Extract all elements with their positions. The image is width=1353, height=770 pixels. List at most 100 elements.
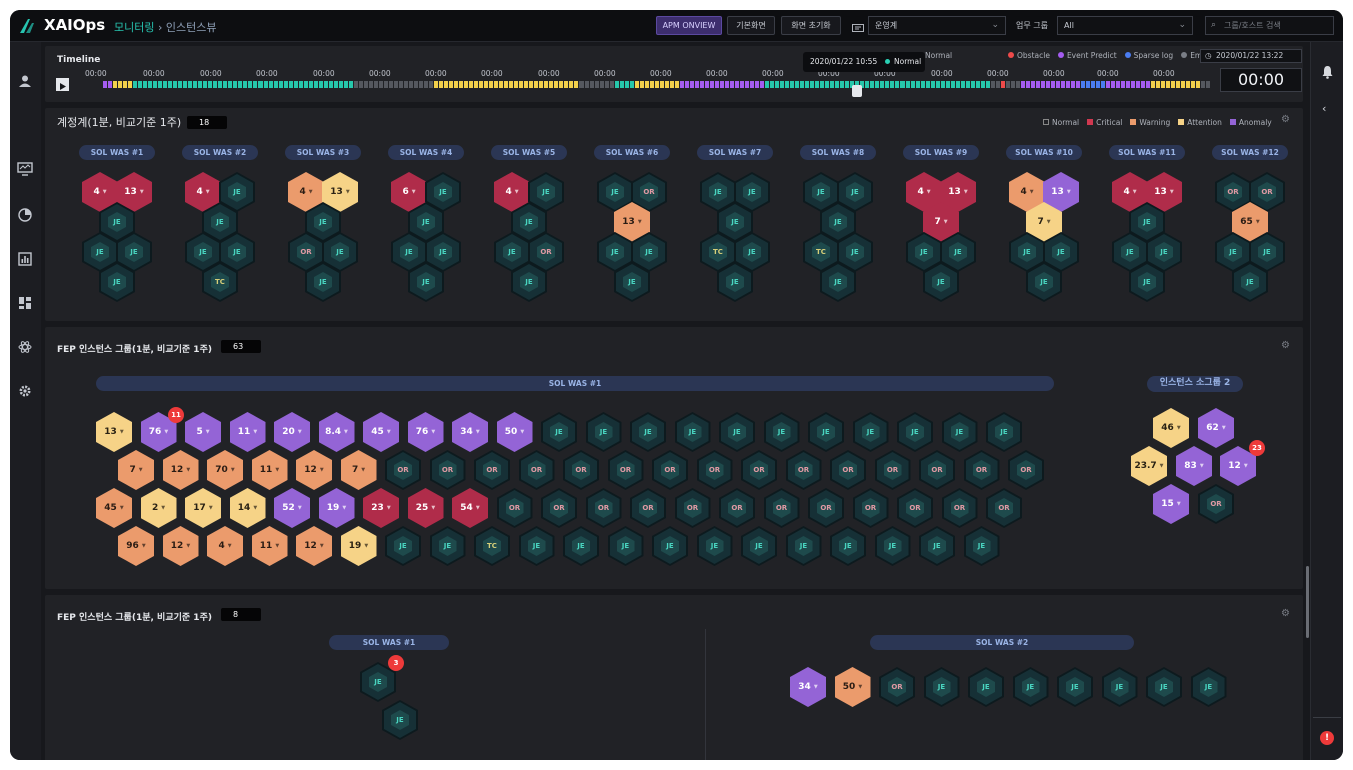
instance-node-attention[interactable]: 46 ▼ <box>1153 408 1189 448</box>
instance-node-je[interactable]: JE <box>1012 667 1049 707</box>
instance-node-je[interactable]: JE <box>897 412 933 452</box>
instance-node-anomaly[interactable]: 15 ▼ <box>1153 484 1189 524</box>
atom-icon[interactable] <box>16 340 34 358</box>
instance-node-or[interactable]: OR <box>652 450 688 490</box>
instance-node-warning[interactable]: 70 ▼ <box>207 450 243 490</box>
instance-node-warning[interactable]: 12 ▼ <box>162 450 199 490</box>
instance-node-attention[interactable]: 19 ▼ <box>340 526 377 566</box>
instance-node-anomaly[interactable]: 50 ▼ <box>496 412 533 452</box>
instance-node-je[interactable]: JE <box>968 667 1004 707</box>
instance-node-or[interactable]: OR <box>585 488 622 528</box>
alert-icon[interactable]: ! <box>1320 731 1334 745</box>
instance-node-or[interactable]: OR <box>429 450 466 490</box>
apm-onview-button[interactable]: APM ONVIEW <box>656 16 722 35</box>
instance-node-je[interactable]: JE <box>741 526 777 566</box>
was-group-pill[interactable]: SOL WAS #4 <box>388 145 464 160</box>
instance-node-je[interactable]: JE <box>923 667 960 707</box>
instance-node-or[interactable]: OR <box>696 450 733 490</box>
instance-node-or[interactable]: OR <box>474 450 510 490</box>
timeline-handle[interactable] <box>852 85 862 97</box>
instance-node-je[interactable]: JE <box>541 412 577 452</box>
instance-node-or[interactable]: OR <box>808 488 844 528</box>
instance-node-je[interactable]: JE <box>385 526 421 566</box>
was-group-pill[interactable]: SOL WAS #3 <box>285 145 361 160</box>
instance-node-or[interactable]: OR <box>763 488 800 528</box>
instance-node-or[interactable]: OR <box>963 450 1000 490</box>
reset-view-button[interactable]: 화면 초기화 <box>781 16 841 35</box>
was-group-pill[interactable]: SOL WAS #1 <box>79 145 155 160</box>
monitor-icon[interactable] <box>852 19 864 32</box>
instance-node-warning[interactable]: 11 ▼ <box>251 526 288 566</box>
instance-node-je[interactable]: JE <box>1190 667 1227 707</box>
instance-node-or[interactable]: OR <box>630 488 666 528</box>
bar-chart-icon[interactable] <box>16 252 34 270</box>
instance-node-critical[interactable]: 54 ▼ <box>452 488 488 528</box>
instance-node-or[interactable]: OR <box>1008 450 1044 490</box>
instance-node-attention[interactable]: 23.7 ▼ <box>1131 446 1167 486</box>
instance-node-je[interactable]: JE <box>674 412 711 452</box>
instance-node-anomaly[interactable]: 62 ▼ <box>1198 408 1234 448</box>
subgroup-pill[interactable]: 인스턴스 소그룹 2 <box>1147 376 1243 392</box>
was-group-pill[interactable]: SOL WAS #7 <box>697 145 773 160</box>
chevron-left-icon[interactable]: ‹ <box>1322 102 1326 115</box>
instance-node-je[interactable]: JE <box>808 412 844 452</box>
instance-node-or[interactable]: OR <box>785 450 822 490</box>
gear-icon[interactable]: ⚙ <box>1281 114 1290 125</box>
instance-node-or[interactable]: OR <box>852 488 889 528</box>
instance-node-or[interactable]: OR <box>518 450 555 490</box>
instance-node-je[interactable]: JE <box>563 526 599 566</box>
instance-node-anomaly[interactable]: 8.4 ▼ <box>318 412 355 452</box>
was-group-pill[interactable]: SOL WAS #5 <box>491 145 567 160</box>
instance-node-je[interactable]: JE <box>382 700 418 740</box>
instance-node-or[interactable]: OR <box>741 450 777 490</box>
ops-select[interactable]: 운영계 ⌄ <box>868 16 1006 35</box>
instance-node-attention[interactable]: 13 ▼ <box>96 412 132 452</box>
instance-node-warning[interactable]: 11 ▼ <box>251 450 288 490</box>
instance-node-je[interactable]: JE <box>518 526 555 566</box>
was-group-pill[interactable]: SOL WAS #9 <box>903 145 979 160</box>
breadcrumb-section[interactable]: 모니터링 <box>114 21 154 34</box>
instance-node-anomaly[interactable]: 20 ▼ <box>274 412 310 452</box>
biz-group-select[interactable]: All ⌄ <box>1057 16 1193 35</box>
datetime-field[interactable]: ◷ 2020/01/22 13:22 <box>1200 49 1302 63</box>
instance-node-critical[interactable]: 25 ▼ <box>407 488 444 528</box>
bell-icon[interactable] <box>1321 64 1334 83</box>
was-group-pill[interactable]: SOL WAS #8 <box>800 145 876 160</box>
instance-node-je[interactable]: JE <box>1101 667 1138 707</box>
instance-node-or[interactable]: OR <box>607 450 644 490</box>
group-pill[interactable]: SOL WAS #1 <box>329 635 449 650</box>
instance-node-anomaly[interactable]: 45 ▼ <box>363 412 399 452</box>
instance-node-anomaly[interactable]: 52 ▼ <box>274 488 310 528</box>
instance-node-or[interactable]: OR <box>879 667 915 707</box>
instance-node-je[interactable]: JE <box>719 412 755 452</box>
instance-node-je[interactable]: JE <box>785 526 822 566</box>
instance-node-tc[interactable]: TC <box>474 526 510 566</box>
timeline-bar[interactable] <box>103 81 1211 88</box>
instance-node-je[interactable]: JE <box>1057 667 1093 707</box>
instance-node-attention[interactable]: 14 ▼ <box>229 488 266 528</box>
instance-node-je[interactable]: JE <box>652 526 688 566</box>
instance-node-je[interactable]: JE <box>986 412 1022 452</box>
instance-node-je[interactable]: JE <box>585 412 622 452</box>
instance-node-anomaly[interactable]: 83 ▼ <box>1176 446 1212 486</box>
was-group-pill[interactable]: SOL WAS #6 <box>594 145 670 160</box>
instance-node-je[interactable]: JE <box>830 526 866 566</box>
was-group-pill[interactable]: SOL WAS #2 <box>182 145 258 160</box>
alert-badge[interactable]: 23 <box>1249 440 1265 456</box>
instance-node-je[interactable]: JE <box>630 412 666 452</box>
instance-node-je[interactable]: JE <box>963 526 1000 566</box>
instance-node-warning[interactable]: 4 ▼ <box>207 526 243 566</box>
instance-node-je[interactable]: JE <box>941 412 978 452</box>
instance-node-je[interactable]: JE <box>919 526 955 566</box>
was-group-pill[interactable]: SOL WAS #12 <box>1212 145 1288 160</box>
instance-node-or[interactable]: OR <box>941 488 978 528</box>
instance-node-warning[interactable]: 7 ▼ <box>118 450 154 490</box>
instance-node-attention[interactable]: 17 ▼ <box>185 488 221 528</box>
was-group-pill[interactable]: SOL WAS #10 <box>1006 145 1082 160</box>
instance-node-or[interactable]: OR <box>1198 484 1234 524</box>
gear-icon[interactable]: ⚙ <box>1281 340 1290 351</box>
instance-node-warning[interactable]: 45 ▼ <box>96 488 132 528</box>
scrollbar[interactable] <box>1306 566 1309 638</box>
instance-node-anomaly[interactable]: 34 ▼ <box>452 412 488 452</box>
group-pill[interactable]: SOL WAS #1 <box>96 376 1054 391</box>
